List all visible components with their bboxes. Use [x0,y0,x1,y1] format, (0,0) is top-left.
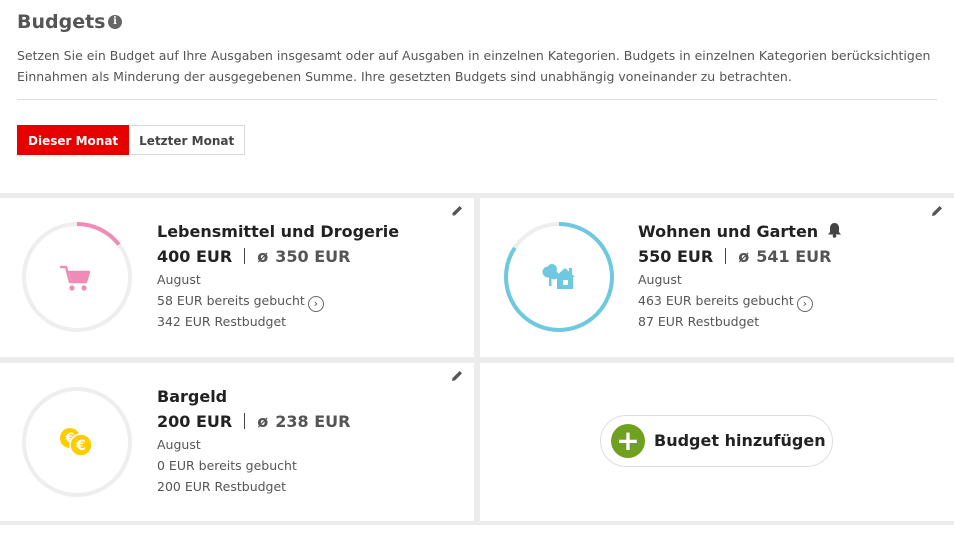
budget-amount: 400 EUR [157,247,233,266]
budget-month: August [638,272,682,287]
plus-icon: + [611,424,645,458]
budget-amount: 200 EUR [157,412,233,431]
svg-text:€: € [75,438,86,454]
euro-coins-icon: € € [60,428,93,457]
tab-last-month[interactable]: Letzter Monat [129,125,246,155]
budget-spent: 58 EUR bereits gebucht [157,293,305,308]
shopping-cart-icon [60,265,91,291]
tab-this-month[interactable]: Dieser Monat [17,125,130,155]
budget-name: Lebensmittel und Drogerie [157,222,400,241]
add-budget-label: Budget hinzufügen [654,431,826,450]
average-symbol: ø [738,247,750,266]
page-description: Setzen Sie ein Budget auf Ihre Ausgaben … [17,48,931,84]
month-tabs: Dieser Monat Letzter Monat [17,125,246,155]
budget-amount: 550 EUR [638,247,714,266]
add-budget-button[interactable]: + Budget hinzufügen [600,415,833,467]
budget-average: 541 EUR [756,247,832,266]
budget-remaining: 87 EUR Restbudget [638,314,760,329]
budget-card-wohnen: Wohnen und Garten 550 EUR ø 541 EUR August… [480,198,954,357]
budget-spent: 0 EUR bereits gebucht [157,458,297,473]
edit-pencil-icon[interactable] [930,204,944,218]
chevron-right-icon[interactable]: › [307,296,324,312]
chevron-right-icon[interactable]: › [796,296,813,312]
info-icon[interactable]: i [108,15,122,29]
amount-separator [244,413,246,429]
budget-name: Bargeld [157,387,228,406]
bell-icon [828,223,842,238]
edit-pencil-icon[interactable] [450,369,464,383]
amount-separator [244,248,246,264]
budget-name: Wohnen und Garten [638,222,819,241]
add-budget-card: + Budget hinzufügen [480,363,954,521]
average-symbol: ø [257,247,269,266]
budget-spent: 463 EUR bereits gebucht [638,293,794,308]
divider [17,99,937,100]
budget-card-lebensmittel: Lebensmittel und Drogerie 400 EUR ø 350 EU… [0,198,474,357]
budget-card-bargeld: € € Bargeld 200 EUR ø 238 EUR August 0 EUR… [0,363,474,521]
edit-pencil-icon[interactable] [450,204,464,218]
budget-average: 350 EUR [275,247,351,266]
page-title: Budgets [17,11,106,33]
budget-month: August [157,272,201,287]
budget-remaining: 200 EUR Restbudget [157,479,287,494]
budget-remaining: 342 EUR Restbudget [157,314,287,329]
budget-average: 238 EUR [275,412,351,431]
average-symbol: ø [257,412,269,431]
amount-separator [725,248,727,264]
budget-month: August [157,437,201,452]
house-tree-icon [542,264,575,289]
